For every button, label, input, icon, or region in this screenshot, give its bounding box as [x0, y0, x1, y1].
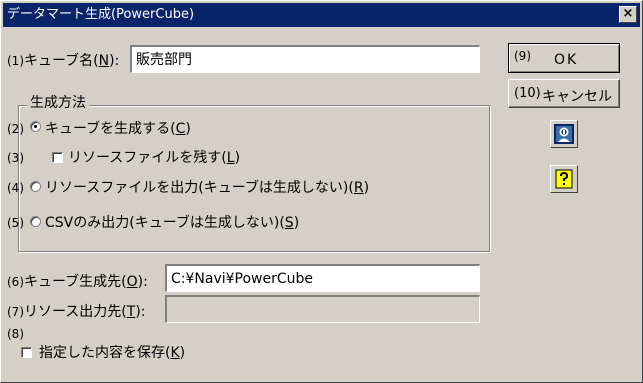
close-icon: ×: [622, 6, 634, 21]
close-button[interactable]: ×: [619, 6, 637, 23]
question-mark-help-icon: [555, 169, 573, 189]
dialog-window: データマート生成(PowerCube) × (1)キューブ名(N): 販売部門 …: [0, 0, 643, 383]
title-bar: データマート生成(PowerCube) ×: [3, 3, 640, 27]
cube-name-input[interactable]: 販売部門: [130, 45, 480, 73]
info-person-icon: [554, 124, 574, 144]
option-output-resource-label[interactable]: リソースファイルを出力(キューブは生成しない)(R): [45, 177, 369, 197]
option-csv-only-label[interactable]: CSVのみ出力(キューブは生成しない)(S): [45, 212, 299, 232]
cancel-button[interactable]: (10) キャンセル: [508, 79, 620, 108]
radio-selected-dot: [34, 125, 37, 128]
option-2-number: (2): [7, 122, 24, 136]
cube-dest-input[interactable]: C:¥Navi¥PowerCube: [165, 264, 480, 292]
checkbox-save-settings[interactable]: [21, 347, 32, 358]
option-5-number: (5): [7, 216, 24, 230]
cube-dest-label: (6)キューブ生成先(O):: [7, 274, 148, 290]
checkbox-keep-resource[interactable]: [52, 152, 63, 163]
option-keep-resource-label[interactable]: リソースファイルを残す(L): [68, 147, 240, 167]
help-button[interactable]: [550, 165, 578, 193]
resource-dest-input[interactable]: [165, 295, 480, 323]
window-title: データマート生成(PowerCube): [7, 7, 195, 22]
ok-button[interactable]: (9) OK: [508, 43, 620, 73]
resource-dest-label: (7)リソース出力先(T):: [7, 304, 146, 320]
save-settings-label[interactable]: 指定した内容を保存(K): [39, 342, 185, 362]
option-generate-cube-label[interactable]: キューブを生成する(C): [45, 118, 191, 138]
option-8-number: (8): [7, 327, 24, 341]
method-group-title: 生成方法: [27, 92, 89, 112]
radio-csv-only[interactable]: [30, 216, 41, 227]
radio-output-resource[interactable]: [30, 181, 41, 192]
option-4-number: (4): [7, 181, 24, 195]
cube-name-accel: N: [98, 53, 110, 69]
cube-name-number: (1): [7, 54, 24, 68]
info-button[interactable]: [550, 120, 578, 148]
radio-generate-cube[interactable]: [30, 121, 41, 132]
option-3-number: (3): [7, 151, 24, 165]
cube-name-label: (1)キューブ名(N):: [7, 53, 120, 69]
